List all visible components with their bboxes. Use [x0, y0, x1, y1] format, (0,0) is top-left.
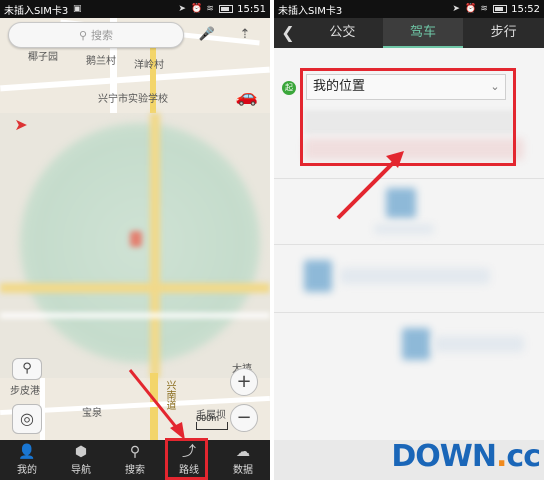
navigation-icon: ⬢ [74, 443, 88, 460]
nav-label: 搜索 [125, 464, 145, 476]
zoom-in-button[interactable]: + [230, 368, 258, 396]
map-label: 兴南道 [164, 380, 175, 410]
alarm-icon: ⏰ [465, 4, 477, 14]
zoom-out-button[interactable]: − [230, 404, 258, 432]
user-icon: 👤 [18, 443, 36, 460]
search-placeholder: 搜索 [91, 29, 114, 42]
map-label: 椰子园 [28, 52, 58, 63]
back-button[interactable]: ❮ [274, 18, 302, 48]
traffic-car-icon[interactable]: 🚗 [232, 86, 262, 108]
wifi-icon: ≋ [206, 4, 214, 14]
map-label: 兴宁市实验学校 [98, 94, 168, 105]
map-screen: 未插入SIM卡3 ▣ ➤ ⏰ ≋ 15:51 椰子园 鹅兰村 洋岭村 兴宁市实验… [0, 0, 270, 480]
chevron-left-icon: ❮ [281, 23, 295, 42]
navigation-status-icon: ➤ [452, 4, 460, 14]
status-bar: 未插入SIM卡3 ➤ ⏰ ≋ 15:52 [274, 0, 544, 18]
tab-bus[interactable]: 公交 [302, 18, 383, 48]
image-icon: ▣ [73, 4, 82, 14]
alarm-icon: ⏰ [191, 4, 203, 14]
watermark-logo: DOWN. cc [391, 438, 541, 474]
navigation-status-icon: ➤ [178, 4, 186, 14]
nav-item-data[interactable]: ☁ 数据 [216, 440, 270, 480]
battery-icon [493, 5, 508, 13]
nav-item-search[interactable]: ⚲ 搜索 [108, 440, 162, 480]
route-body: 起 我的位置 ⌄ [274, 48, 544, 440]
annotation-arrow [336, 151, 404, 220]
map-label: 洋岭村 [134, 60, 164, 71]
locate-me-button[interactable]: ◎ [12, 404, 42, 434]
map-label: 步皮港 [10, 386, 40, 397]
compass-icon[interactable]: ➤ [10, 114, 32, 136]
watermark-brand: DOWN [391, 438, 497, 474]
microphone-icon[interactable]: 🎤 [198, 26, 216, 44]
status-bar: 未插入SIM卡3 ▣ ➤ ⏰ ≋ 15:51 [0, 0, 270, 18]
tab-drive[interactable]: 驾车 [382, 18, 464, 48]
map-label: 宝泉 [82, 408, 102, 419]
carrier-label: 未插入SIM卡3 [4, 5, 69, 17]
battery-icon [219, 5, 234, 13]
carrier-label: 未插入SIM卡3 [278, 5, 343, 17]
map-road-major [150, 113, 160, 378]
status-time: 15:52 [511, 3, 540, 15]
nav-item-mine[interactable]: 👤 我的 [0, 440, 54, 480]
status-time: 15:51 [237, 3, 266, 15]
route-screen: 未插入SIM卡3 ➤ ⏰ ≋ 15:52 ❮ 公交 驾车 步行 起 我的位置 ⌄ [274, 0, 544, 480]
arrow-shaft [336, 156, 400, 220]
search-icon: ⚲ [129, 443, 141, 460]
bottom-nav: 👤 我的 ⬢ 导航 ⚲ 搜索 ⤴ 路线 ☁ 数据 [0, 440, 270, 480]
route-highlight-box [165, 438, 208, 480]
nav-label: 数据 [233, 464, 253, 476]
nav-label: 导航 [71, 464, 91, 476]
wifi-icon: ≋ [480, 4, 488, 14]
layers-button[interactable]: ⚲ [12, 358, 42, 380]
map-road [0, 313, 270, 318]
map-search-input[interactable]: ⚲ 搜索 [8, 22, 184, 48]
nav-item-navigation[interactable]: ⬢ 导航 [54, 440, 108, 480]
watermark-tld: cc [506, 438, 541, 474]
route-mode-tabs: ❮ 公交 驾车 步行 [274, 18, 544, 48]
cloud-icon: ☁ [236, 443, 250, 460]
map-canvas[interactable]: 椰子园 鹅兰村 洋岭村 兴宁市实验学校 步皮港 宝泉 大禧 毛屋坝 兴南道 ➤ … [0, 18, 270, 440]
tab-walk[interactable]: 步行 [463, 18, 544, 48]
scale-bar [196, 422, 228, 430]
watermark-dot: . [496, 438, 507, 474]
blurred-map-area [0, 113, 270, 378]
nav-label: 我的 [17, 464, 37, 476]
map-road-major [0, 283, 270, 293]
search-icon: ⚲ [78, 28, 88, 42]
map-label: 鹅兰村 [86, 56, 116, 67]
location-marker [130, 231, 142, 247]
more-menu-icon[interactable]: ⇡ [236, 26, 254, 44]
